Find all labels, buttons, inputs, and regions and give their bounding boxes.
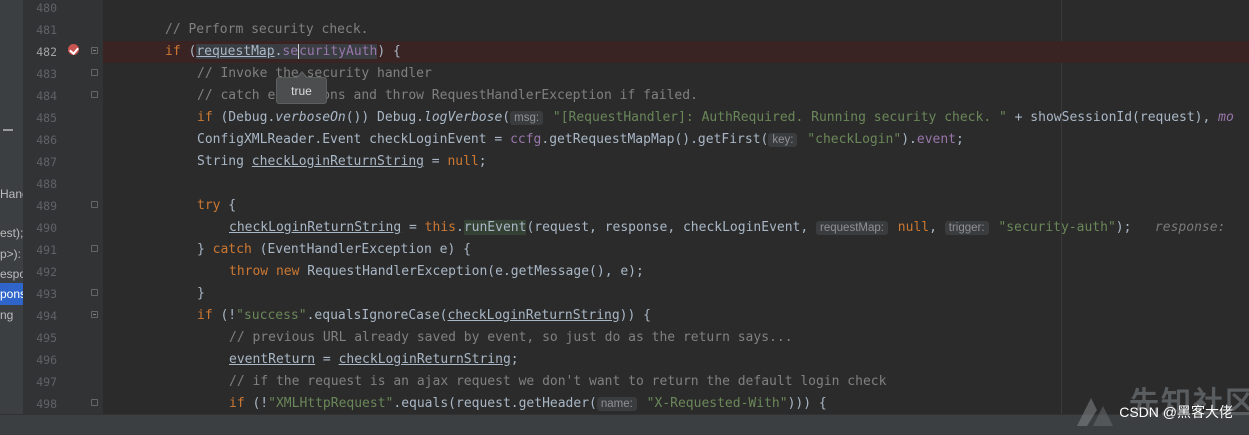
inline-debug-value: response: [1131, 220, 1234, 235]
code-line[interactable]: // Perform security check. [103, 19, 1249, 41]
fold-marker-icon[interactable] [91, 201, 98, 208]
comment: // catch exceptions and throw RequestHan… [197, 88, 698, 103]
comment: // previous URL already saved by event, … [229, 330, 793, 345]
watermark-text: CSDN @黑客大佬 [1119, 404, 1233, 420]
line-number: 489 [36, 199, 57, 213]
identifier: requestMap [196, 44, 275, 59]
collapse-dash-icon[interactable] [3, 129, 13, 131]
parameter-hint: trigger: [944, 221, 989, 235]
fold-marker-icon[interactable] [91, 245, 98, 252]
line-number: 488 [36, 177, 57, 191]
comment: // if the request is an ajax request we … [229, 374, 887, 389]
code-line[interactable]: if (Debug.verboseOn()) Debug.logVerbose(… [103, 107, 1249, 129]
fold-marker-icon[interactable] [91, 91, 98, 98]
code-line[interactable]: // catch exceptions and throw RequestHan… [103, 85, 1249, 107]
fold-collapse-icon[interactable] [91, 311, 98, 318]
line-number: 484 [36, 89, 57, 103]
parameter-hint: name: [596, 397, 637, 411]
side-panel-item-selected[interactable]: pons [0, 283, 23, 305]
fold-marker-icon[interactable] [91, 289, 98, 296]
code-line[interactable]: eventReturn = checkLoginReturnString; [103, 349, 1249, 371]
highlighted-method: runEvent [463, 220, 527, 235]
parameter-hint: key: [768, 133, 798, 147]
side-panel-item[interactable]: Hand [0, 183, 23, 205]
comment: // Perform security check. [165, 22, 369, 37]
line-number: 497 [36, 375, 57, 389]
line-number: 490 [36, 221, 57, 235]
side-panel-item[interactable]: ng [0, 304, 13, 326]
code-line[interactable]: checkLoginReturnString = this.runEvent(r… [103, 217, 1249, 239]
side-panel-item[interactable]: espo [0, 263, 23, 285]
line-number: 480 [36, 1, 57, 15]
code-line[interactable]: ConfigXMLReader.Event checkLoginEvent = … [103, 129, 1249, 151]
code-line[interactable] [103, 0, 1249, 19]
code-line[interactable]: // if the request is an ajax request we … [103, 371, 1249, 393]
parameter-hint: requestMap: [816, 221, 888, 235]
code-editor[interactable]: // Perform security check. if (requestMa… [103, 0, 1249, 414]
code-line[interactable] [103, 173, 1249, 195]
code-line[interactable]: } [103, 283, 1249, 305]
code-line[interactable]: // previous URL already saved by event, … [103, 327, 1249, 349]
editor-gutter[interactable]: 480 481 482 483 484 485 486 487 488 489 … [23, 0, 103, 414]
line-number: 487 [36, 155, 57, 169]
parameter-hint: msg: [510, 111, 544, 125]
fold-marker-icon[interactable] [91, 69, 98, 76]
line-number: 491 [36, 243, 57, 257]
line-number: 481 [36, 23, 57, 37]
code-line[interactable]: String checkLoginReturnString = null; [103, 151, 1249, 173]
line-number: 496 [36, 353, 57, 367]
code-line[interactable]: throw new RequestHandlerException(e.getM… [103, 261, 1249, 283]
code-line[interactable]: // Invoke the security handler [103, 63, 1249, 85]
line-number: 492 [36, 265, 57, 279]
field: se [282, 44, 299, 59]
line-number: 483 [36, 67, 57, 81]
debug-value-tooltip: true [276, 71, 327, 104]
line-number: 495 [36, 331, 57, 345]
field: curityAuth [299, 44, 378, 59]
fold-collapse-icon[interactable] [91, 47, 98, 54]
breakpoint-verified-icon[interactable] [68, 44, 79, 55]
line-number: 494 [36, 309, 57, 323]
keyword: if [165, 44, 181, 59]
line-number: 486 [36, 133, 57, 147]
fold-marker-icon[interactable] [91, 399, 98, 406]
code-line-breakpoint[interactable]: if (requestMap.securityAuth) { [103, 41, 1249, 63]
line-number-current: 482 [36, 45, 57, 59]
line-number: 498 [36, 397, 57, 411]
status-bar [0, 414, 1249, 435]
side-panel-item[interactable]: p>): [0, 243, 21, 265]
line-number: 485 [36, 111, 57, 125]
code-line[interactable]: if (!"success".equalsIgnoreCase(checkLog… [103, 305, 1249, 327]
line-number: 493 [36, 287, 57, 301]
code-line[interactable]: } catch (EventHandlerException e) { [103, 239, 1249, 261]
code-line[interactable]: try { [103, 195, 1249, 217]
project-side-panel[interactable]: Hand est); p>): espo pons ng [0, 0, 23, 414]
side-panel-item[interactable]: est); [0, 222, 23, 244]
